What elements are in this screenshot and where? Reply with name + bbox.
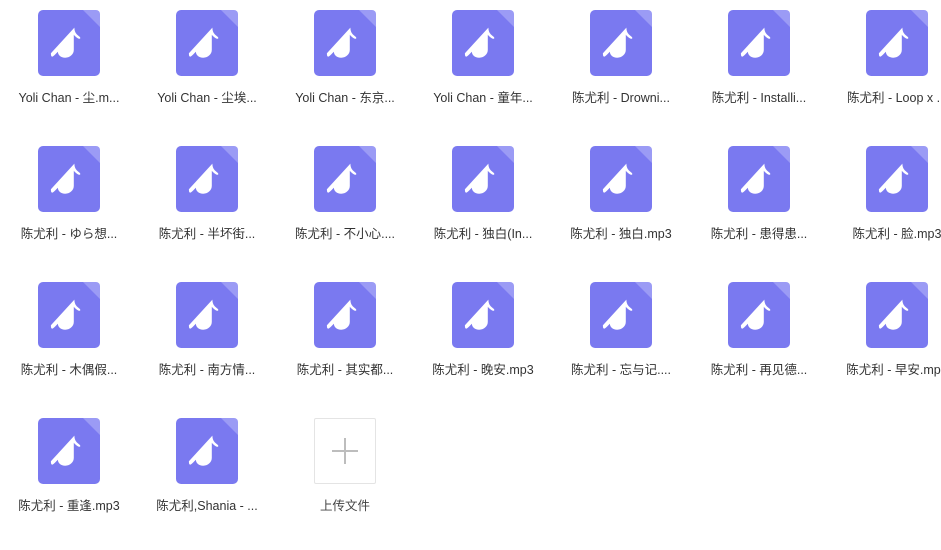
file-item[interactable]: 陈尤利 - Installi... xyxy=(690,6,828,142)
file-label: 陈尤利 - 早安.mp3 xyxy=(846,363,941,377)
music-file-icon[interactable] xyxy=(866,146,928,212)
file-label: Yoli Chan - 尘埃... xyxy=(157,91,257,105)
file-label: 陈尤利 - 南方情... xyxy=(158,363,256,377)
file-item[interactable]: 陈尤利 - 晚安.mp3 xyxy=(414,278,552,414)
file-label: Yoli Chan - 东京... xyxy=(295,91,395,105)
file-label: 陈尤利 - Drowni... xyxy=(572,91,670,105)
file-label: 陈尤利 - 木偶假... xyxy=(20,363,118,377)
file-label: 陈尤利 - 患得患... xyxy=(710,227,808,241)
music-file-icon[interactable] xyxy=(590,10,652,76)
file-item[interactable]: 陈尤利 - 再见德... xyxy=(690,278,828,414)
file-item[interactable]: 陈尤利 - 南方情... xyxy=(138,278,276,414)
file-item[interactable]: 陈尤利 - Loop x ... xyxy=(828,6,941,142)
file-grid: Yoli Chan - 尘.m... Yoli Chan - 尘埃... Yoli … xyxy=(0,0,941,550)
music-note-icon xyxy=(866,10,928,76)
file-item[interactable]: 陈尤利 - 脸.mp3 xyxy=(828,142,941,278)
file-item[interactable]: 陈尤利 - 忘与记.... xyxy=(552,278,690,414)
file-item[interactable]: Yoli Chan - 童年... xyxy=(414,6,552,142)
file-label: 陈尤利 - 不小心.... xyxy=(294,227,395,241)
file-label: 陈尤利 - Loop x ... xyxy=(846,91,941,105)
file-item[interactable]: 陈尤利 - Drowni... xyxy=(552,6,690,142)
music-file-icon[interactable] xyxy=(38,10,100,76)
music-note-icon xyxy=(728,282,790,348)
music-note-icon xyxy=(38,282,100,348)
music-file-icon[interactable] xyxy=(38,282,100,348)
file-label: 陈尤利 - 独白.mp3 xyxy=(570,227,672,241)
music-note-icon xyxy=(176,10,238,76)
music-file-icon[interactable] xyxy=(590,282,652,348)
music-file-icon[interactable] xyxy=(866,10,928,76)
music-note-icon xyxy=(38,10,100,76)
file-label: 陈尤利 - 脸.mp3 xyxy=(852,227,941,241)
music-file-icon[interactable] xyxy=(314,10,376,76)
plus-icon xyxy=(332,438,358,464)
music-note-icon xyxy=(590,146,652,212)
music-note-icon xyxy=(452,146,514,212)
music-file-icon[interactable] xyxy=(38,146,100,212)
music-file-icon[interactable] xyxy=(452,10,514,76)
music-file-icon[interactable] xyxy=(176,282,238,348)
music-file-icon[interactable] xyxy=(728,146,790,212)
music-file-icon[interactable] xyxy=(452,282,514,348)
file-label: Yoli Chan - 童年... xyxy=(433,91,533,105)
file-item[interactable]: Yoli Chan - 尘埃... xyxy=(138,6,276,142)
file-label: 陈尤利 - 重逢.mp3 xyxy=(18,499,120,513)
music-note-icon xyxy=(314,10,376,76)
music-file-icon[interactable] xyxy=(590,146,652,212)
file-item[interactable]: 陈尤利 - 独白.mp3 xyxy=(552,142,690,278)
file-label: Yoli Chan - 尘.m... xyxy=(18,91,120,105)
file-item[interactable]: 陈尤利 - 重逢.mp3 xyxy=(0,414,138,550)
music-note-icon xyxy=(728,10,790,76)
music-note-icon xyxy=(728,146,790,212)
file-item[interactable]: 陈尤利 - 患得患... xyxy=(690,142,828,278)
music-note-icon xyxy=(452,10,514,76)
upload-file-item[interactable]: 上传文件 xyxy=(276,414,414,550)
file-item[interactable]: Yoli Chan - 尘.m... xyxy=(0,6,138,142)
file-item[interactable]: 陈尤利 - 早安.mp3 xyxy=(828,278,941,414)
file-label: 陈尤利 - ゆら想... xyxy=(20,227,118,241)
music-file-icon[interactable] xyxy=(314,282,376,348)
file-item[interactable]: 陈尤利 - ゆら想... xyxy=(0,142,138,278)
music-note-icon xyxy=(590,282,652,348)
file-item[interactable]: 陈尤利 - 不小心.... xyxy=(276,142,414,278)
music-note-icon xyxy=(590,10,652,76)
file-label: 陈尤利 - 独白(In... xyxy=(433,227,533,241)
music-file-icon[interactable] xyxy=(728,10,790,76)
music-note-icon xyxy=(866,146,928,212)
music-note-icon xyxy=(314,146,376,212)
file-item[interactable]: 陈尤利 - 木偶假... xyxy=(0,278,138,414)
file-label: 陈尤利 - 半坏街... xyxy=(158,227,256,241)
music-note-icon xyxy=(176,418,238,484)
music-note-icon xyxy=(176,282,238,348)
music-note-icon xyxy=(452,282,514,348)
file-label: 陈尤利 - 晚安.mp3 xyxy=(432,363,534,377)
music-note-icon xyxy=(176,146,238,212)
music-file-icon[interactable] xyxy=(176,146,238,212)
file-label: 陈尤利 - 再见德... xyxy=(710,363,808,377)
file-item[interactable]: 陈尤利 - 其实都... xyxy=(276,278,414,414)
file-label: 陈尤利,Shania - ... xyxy=(156,499,258,513)
file-item[interactable]: 陈尤利 - 半坏街... xyxy=(138,142,276,278)
file-label: 陈尤利 - 其实都... xyxy=(296,363,394,377)
file-item[interactable]: Yoli Chan - 东京... xyxy=(276,6,414,142)
music-file-icon[interactable] xyxy=(728,282,790,348)
music-file-icon[interactable] xyxy=(38,418,100,484)
file-item[interactable]: 陈尤利 - 独白(In... xyxy=(414,142,552,278)
music-file-icon[interactable] xyxy=(866,282,928,348)
music-file-icon[interactable] xyxy=(314,146,376,212)
music-file-icon[interactable] xyxy=(452,146,514,212)
music-note-icon xyxy=(314,282,376,348)
music-file-icon[interactable] xyxy=(176,418,238,484)
file-item[interactable]: 陈尤利,Shania - ... xyxy=(138,414,276,550)
music-note-icon xyxy=(866,282,928,348)
music-note-icon xyxy=(38,418,100,484)
upload-label: 上传文件 xyxy=(319,499,370,513)
upload-button[interactable] xyxy=(314,418,376,484)
file-label: 陈尤利 - 忘与记.... xyxy=(570,363,671,377)
music-note-icon xyxy=(38,146,100,212)
file-label: 陈尤利 - Installi... xyxy=(711,91,807,105)
music-file-icon[interactable] xyxy=(176,10,238,76)
